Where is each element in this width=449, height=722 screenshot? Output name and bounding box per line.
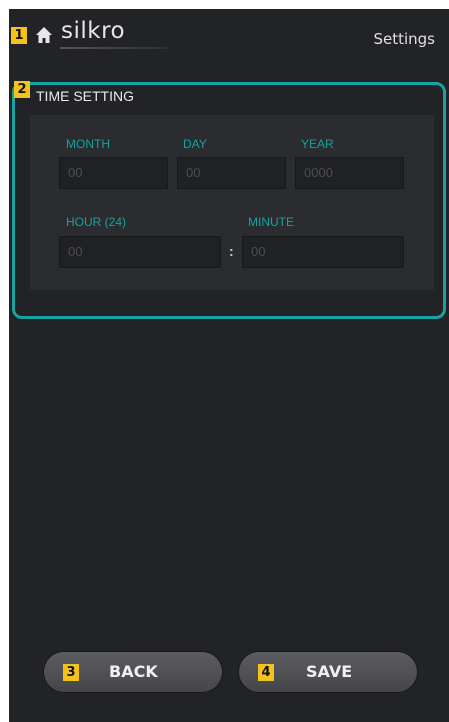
minute-input[interactable]: 00 — [242, 236, 404, 268]
annotation-badge-1: 1 — [11, 27, 27, 44]
month-label: MONTH — [66, 137, 110, 151]
day-input[interactable]: 00 — [177, 157, 286, 189]
annotation-badge-2: 2 — [14, 81, 30, 98]
time-setting-title: TIME SETTING — [36, 88, 134, 104]
save-button-label: SAVE — [306, 662, 353, 681]
time-separator: : — [229, 243, 234, 259]
home-icon[interactable] — [35, 26, 53, 44]
app-logo: silkro — [61, 18, 126, 44]
logo-underline — [60, 47, 170, 49]
back-button[interactable]: 3 BACK — [44, 652, 222, 692]
save-button[interactable]: 4 SAVE — [239, 652, 417, 692]
hour-label: HOUR (24) — [66, 215, 127, 229]
year-label: YEAR — [301, 137, 334, 151]
page-title: Settings — [373, 30, 435, 48]
hour-input[interactable]: 00 — [59, 236, 221, 268]
annotation-badge-3: 3 — [63, 664, 79, 681]
month-input[interactable]: 00 — [59, 157, 168, 189]
annotation-badge-4: 4 — [258, 664, 274, 681]
minute-label: MINUTE — [248, 215, 294, 229]
day-label: DAY — [183, 137, 207, 151]
back-button-label: BACK — [109, 662, 158, 681]
year-input[interactable]: 0000 — [295, 157, 404, 189]
